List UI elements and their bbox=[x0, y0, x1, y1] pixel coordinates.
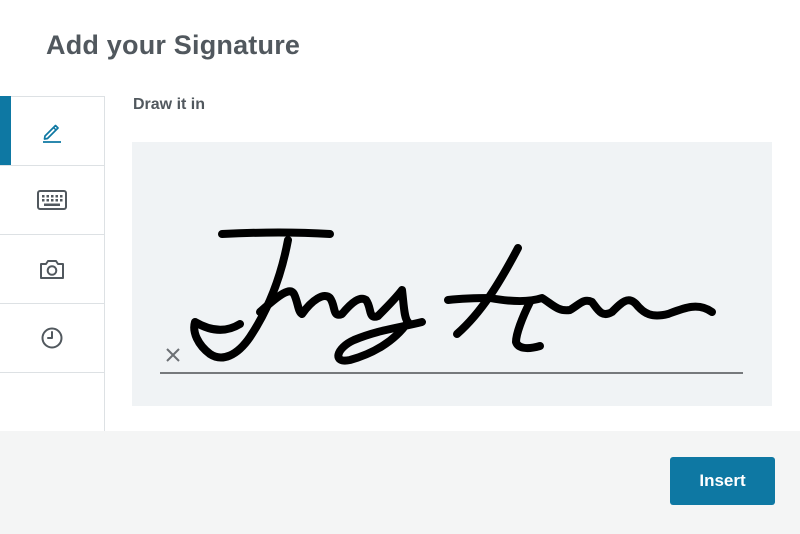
close-icon[interactable] bbox=[164, 346, 182, 364]
dialog-content: Draw it in bbox=[0, 96, 800, 431]
dialog-footer: Insert bbox=[0, 431, 800, 534]
tab-history[interactable] bbox=[0, 303, 104, 371]
clock-icon bbox=[40, 326, 64, 350]
dialog-title: Add your Signature bbox=[46, 30, 301, 60]
signature-dialog: Add your Signature Draw it in Insert bbox=[0, 0, 800, 534]
tabs-bottom-divider bbox=[0, 372, 104, 373]
tab-upload-photo[interactable] bbox=[0, 234, 104, 302]
handwritten-signature bbox=[190, 228, 716, 365]
keyboard-icon bbox=[37, 189, 67, 210]
signature-method-tabs bbox=[0, 96, 105, 431]
insert-button[interactable]: Insert bbox=[670, 457, 775, 505]
draw-label: Draw it in bbox=[133, 96, 206, 113]
tab-draw[interactable] bbox=[0, 96, 104, 165]
pencil-icon bbox=[40, 119, 64, 143]
tab-type[interactable] bbox=[0, 165, 104, 233]
camera-icon bbox=[39, 258, 65, 280]
signature-baseline bbox=[160, 372, 743, 374]
signature-canvas[interactable] bbox=[132, 142, 772, 406]
